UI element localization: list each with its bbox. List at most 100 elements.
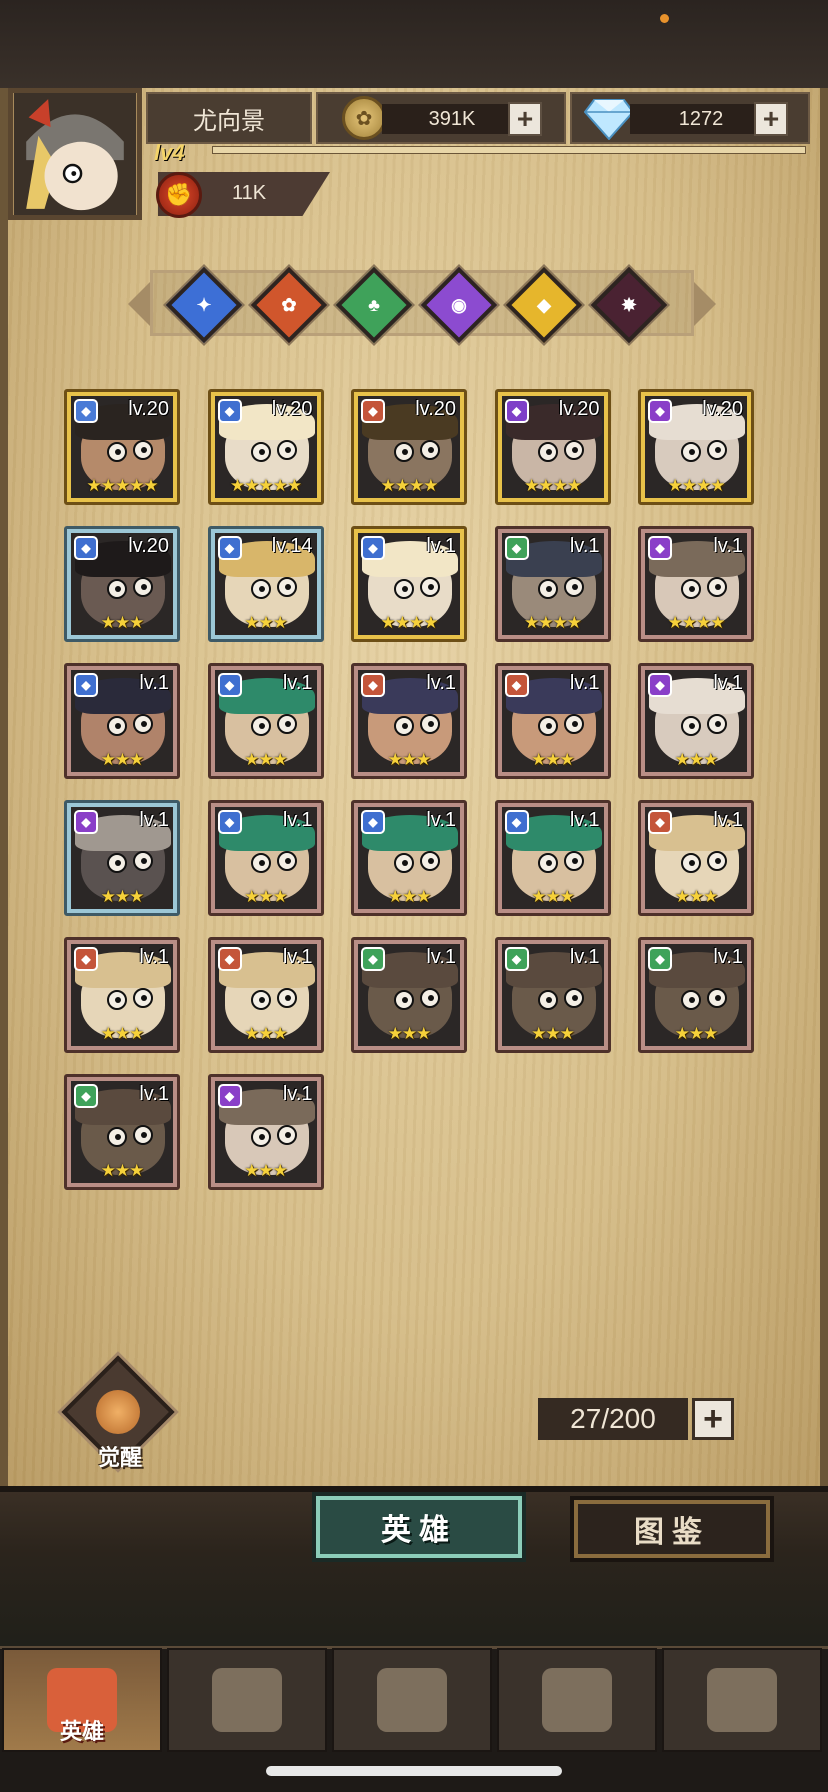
hero-class-icon: ◆ [74,947,98,971]
player-avatar[interactable] [8,88,142,220]
hero-class-icon: ◆ [217,1084,242,1108]
hero-card[interactable]: ◆ lv.1 ★★★ [64,663,180,779]
hero-level: lv.1 [426,946,456,968]
hero-portrait: ◆ lv.1 ★★★ [501,670,604,772]
nav-adventure[interactable] [167,1648,327,1752]
hero-star-rating: ★★★ [531,750,575,769]
hero-card[interactable]: ◆ lv.1 ★★★★ [351,526,467,642]
hero-card[interactable]: ◆ lv.20 ★★★★ [494,389,611,505]
hero-class-icon: ◆ [504,399,529,423]
hero-eye [107,579,127,599]
nav-castle[interactable] [497,1648,657,1752]
hero-portrait: ◆ lv.1 ★★★ [358,807,460,909]
nav-heroes[interactable]: 英雄 [2,1648,162,1752]
hero-eye [537,853,558,873]
nav-adventure-icon [212,1668,282,1732]
hero-level: lv.1 [282,672,313,694]
hero-card[interactable]: ◆ lv.1 ★★★★ [638,526,754,642]
hero-class-icon: ◆ [361,399,385,423]
hero-portrait: ◆ lv.1 ★★★ [645,807,747,909]
hero-eye [133,577,153,597]
hero-card[interactable]: ◆ lv.20 ★★★★ [638,389,754,505]
hero-card[interactable]: ◆ lv.1 ★★★ [638,937,754,1053]
hero-star-rating: ★★★ [674,887,719,906]
hero-card[interactable]: ◆ lv.1 ★★★ [494,800,611,916]
filter-right-arrow-icon[interactable] [694,282,716,326]
hero-eye [133,440,153,460]
tab-codex[interactable]: 图鉴 [574,1500,770,1558]
hero-eye [250,853,271,873]
hero-card[interactable]: ◆ lv.1 ★★★ [638,800,754,916]
home-indicator[interactable] [266,1766,562,1776]
hero-eye [276,1125,297,1145]
hero-portrait: ◆ lv.1 ★★★ [214,1081,317,1183]
awaken-label[interactable]: 觉醒 [88,1440,152,1472]
hero-card[interactable]: ◆ lv.1 ★★★ [64,800,180,916]
hero-portrait: ◆ lv.1 ★★★★ [645,533,747,635]
hero-class-icon: ◆ [361,536,385,560]
hero-eye [563,577,584,597]
hero-card[interactable]: ◆ lv.1 ★★★ [351,937,467,1053]
hero-card[interactable]: ◆ lv.1 ★★★ [494,937,611,1053]
hero-card[interactable]: ◆ lv.1 ★★★ [64,1074,180,1190]
hero-card[interactable]: ◆ lv.1 ★★★ [207,663,324,779]
hero-card[interactable]: ◆ lv.1 ★★★ [207,800,324,916]
hero-eye [250,716,271,736]
hero-card[interactable]: ◆ lv.20 ★★★★ [351,389,467,505]
hero-portrait: ◆ lv.20 ★★★★★ [71,396,173,498]
hero-star-rating: ★★★★★ [229,476,302,495]
hero-level: lv.1 [569,946,600,968]
nav-guild[interactable] [662,1648,822,1752]
hero-star-rating: ★★★ [387,1024,432,1043]
hero-level: lv.1 [426,672,456,694]
hero-card[interactable]: ◆ lv.1 ★★★ [494,663,611,779]
gem-amount: 1272 [630,104,772,134]
tab-heroes[interactable]: 英雄 [316,1496,522,1558]
hero-eye [563,440,584,460]
experience-bar [212,146,806,154]
add-gold-button[interactable]: + [508,102,542,136]
hero-portrait: ◆ lv.1 ★★★★ [501,533,604,635]
hero-card[interactable]: ◆ lv.1 ★★★ [351,800,467,916]
gold-faction-glyph-icon: ◆ [537,294,551,315]
hero-class-icon: ◆ [74,1084,98,1108]
hero-level: lv.1 [282,809,313,831]
add-gems-button[interactable]: + [754,102,788,136]
hero-level: lv.1 [282,1083,313,1105]
hero-card[interactable]: ◆ lv.20 ★★★★★ [64,389,180,505]
hero-eye [133,1125,153,1145]
hero-class-icon: ◆ [648,399,672,423]
hero-level: lv.1 [569,809,600,831]
game-screen: 尤向景 lv4 ✿ 391K + 1272 + 11K ✊ ✦ ✿ ♣ ◉ ◆ ✸ ◆ lv… [0,0,828,1792]
hero-portrait: ◆ lv.1 ★★★ [501,807,604,909]
nav-castle-icon [542,1668,612,1732]
hero-class-icon: ◆ [361,673,385,697]
hero-eye [707,577,727,597]
hero-portrait: ◆ lv.1 ★★★ [645,670,747,772]
hero-card[interactable]: ◆ lv.1 ★★★ [64,937,180,1053]
hero-eye [537,716,558,736]
filter-left-arrow-icon[interactable] [128,282,150,326]
hero-card[interactable]: ◆ lv.1 ★★★ [207,937,324,1053]
hero-eye [250,442,271,462]
expand-capacity-button[interactable]: + [692,1398,734,1440]
hero-card[interactable]: ◆ lv.1 ★★★ [638,663,754,779]
nav-battle[interactable] [332,1648,492,1752]
hero-level: lv.1 [713,535,743,557]
hero-portrait: ◆ lv.1 ★★★★ [358,533,460,635]
hero-level: lv.1 [282,946,313,968]
hero-eye [420,851,440,871]
hero-card[interactable]: ◆ lv.1 ★★★ [207,1074,324,1190]
hero-card[interactable]: ◆ lv.20 ★★★ [64,526,180,642]
hero-class-icon: ◆ [504,947,529,971]
hero-portrait: ◆ lv.20 ★★★★★ [214,396,317,498]
hero-card[interactable]: ◆ lv.20 ★★★★★ [207,389,324,505]
hero-class-icon: ◆ [217,673,242,697]
hero-portrait: ◆ lv.1 ★★★ [71,807,173,909]
hero-eye [420,988,440,1008]
hero-star-rating: ★★★ [244,613,288,632]
hero-portrait: ◆ lv.1 ★★★ [501,944,604,1046]
hero-card[interactable]: ◆ lv.14 ★★★ [207,526,324,642]
hero-card[interactable]: ◆ lv.1 ★★★ [351,663,467,779]
hero-card[interactable]: ◆ lv.1 ★★★★ [494,526,611,642]
